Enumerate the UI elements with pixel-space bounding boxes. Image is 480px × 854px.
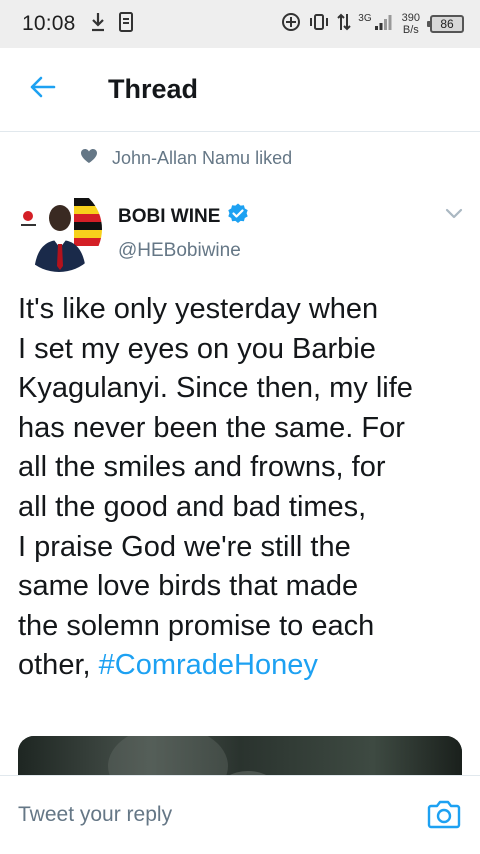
download-icon <box>90 11 106 38</box>
tweet-text: It's like only yesterday when I set my e… <box>18 290 470 686</box>
vibrate-icon <box>308 12 330 37</box>
status-time: 10:08 <box>22 12 76 35</box>
storage-icon <box>118 11 134 38</box>
net-speed: 390 B/s <box>402 12 420 36</box>
author-name-text: BOBI WINE <box>118 206 221 227</box>
net-speed-unit: B/s <box>402 24 419 36</box>
camera-button[interactable] <box>424 798 464 834</box>
back-arrow-icon <box>28 75 56 104</box>
author-handle[interactable]: @HEBobiwine <box>118 240 241 262</box>
data-saver-icon <box>280 11 302 38</box>
reply-bar <box>0 775 480 854</box>
social-context-text: John-Allan Namu liked <box>112 148 293 168</box>
heart-icon <box>80 148 98 169</box>
camera-icon <box>427 799 461 834</box>
page-title: Thread <box>108 74 199 104</box>
avatar[interactable] <box>16 186 102 272</box>
battery-icon: 86 <box>427 15 464 33</box>
data-transfer-icon <box>336 12 352 37</box>
reply-input[interactable] <box>18 803 398 827</box>
app-header: Thread <box>0 48 480 132</box>
back-button[interactable] <box>12 60 72 120</box>
status-bar: 10:08 3G 390 B/s 86 <box>0 0 480 48</box>
tweet-body: It's like only yesterday when I set my e… <box>18 293 413 682</box>
hashtag-link[interactable]: #ComradeHoney <box>99 649 318 681</box>
author-name[interactable]: BOBI WINE <box>118 202 250 232</box>
tweet-options-button[interactable] <box>440 200 468 228</box>
social-context[interactable]: John-Allan Namu liked <box>80 148 292 169</box>
verified-badge-icon <box>226 202 250 232</box>
net-speed-value: 390 <box>401 12 420 24</box>
signal-icon <box>374 13 392 36</box>
chevron-down-icon <box>440 208 468 232</box>
network-type: 3G <box>358 12 372 24</box>
battery-level: 86 <box>440 17 454 31</box>
